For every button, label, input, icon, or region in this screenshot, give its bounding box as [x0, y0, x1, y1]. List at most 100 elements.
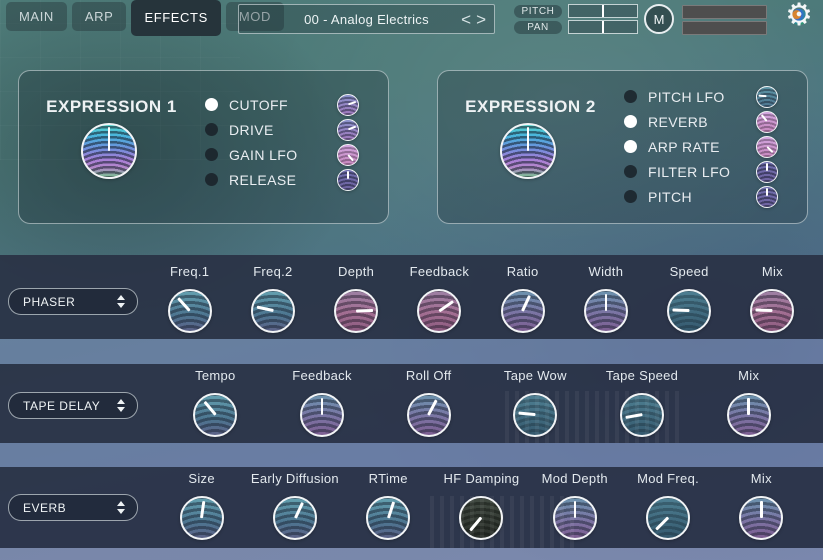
knob-cell-size: Size — [155, 469, 248, 540]
slot-knob-gain-lfo[interactable] — [337, 144, 359, 166]
fx-knob-mix[interactable] — [750, 289, 794, 333]
master-m-button[interactable]: M — [644, 4, 674, 34]
slot-radio-cutoff[interactable] — [205, 98, 218, 111]
knob-label: Tape Wow — [504, 368, 567, 384]
fx-knob-width[interactable] — [584, 289, 628, 333]
preset-selector[interactable]: 00 - Analog Electrics < > — [238, 4, 495, 34]
fx-knob-ratio[interactable] — [501, 289, 545, 333]
settings-button[interactable]: ⚙ — [781, 0, 817, 36]
fx-selector-label: EVERB — [9, 501, 117, 515]
slot-radio-arp-rate[interactable] — [624, 140, 637, 153]
slot-radio-gain-lfo[interactable] — [205, 148, 218, 161]
slot-radio-reverb[interactable] — [624, 115, 637, 128]
slot-radio-release[interactable] — [205, 173, 218, 186]
pitch-slider-handle[interactable] — [602, 5, 604, 17]
knob-label: Size — [188, 471, 215, 487]
fx-knob-mix[interactable] — [739, 496, 783, 540]
knob-cell-feedback: Feedback — [269, 366, 376, 437]
fx-knob-mod-depth[interactable] — [553, 496, 597, 540]
fx-knob-tape-wow[interactable] — [513, 393, 557, 437]
expression-2-left: EXPRESSION 2 — [438, 71, 623, 223]
slot-label: RELEASE — [229, 172, 337, 188]
fx-selector-tape-delay[interactable]: TAPE DELAY — [8, 392, 138, 419]
fx-selector-everb[interactable]: EVERB — [8, 494, 138, 521]
knob-pointer — [348, 126, 356, 131]
slot-radio-pitch[interactable] — [624, 190, 637, 203]
fx-knob-rtime[interactable] — [366, 496, 410, 540]
slot-label: CUTOFF — [229, 97, 337, 113]
knob-pointer — [574, 501, 577, 518]
knob-pointer — [756, 309, 773, 312]
knob-pointer — [672, 309, 689, 312]
pan-slider[interactable] — [568, 20, 638, 34]
slot-radio-pitch-lfo[interactable] — [624, 90, 637, 103]
divider-band-1 — [0, 339, 823, 364]
pan-slider-handle[interactable] — [602, 21, 604, 33]
knob-cell-freq-1: Freq.1 — [148, 259, 231, 333]
knob-cell-freq-2: Freq.2 — [231, 259, 314, 333]
chevron-left-icon[interactable]: < — [460, 11, 472, 28]
knob-label: Feedback — [410, 264, 470, 280]
pitch-label: PITCH — [514, 5, 562, 18]
slot-radio-drive[interactable] — [205, 123, 218, 136]
fx-knob-speed[interactable] — [667, 289, 711, 333]
slot-radio-filter-lfo[interactable] — [624, 165, 637, 178]
tab-effects[interactable]: EFFECTS — [131, 0, 220, 36]
expression-1-knob[interactable] — [81, 123, 137, 179]
slot-knob-filter-lfo[interactable] — [756, 161, 778, 183]
slot-knob-release[interactable] — [337, 169, 359, 191]
knob-cell-speed: Speed — [648, 259, 731, 333]
fx-knob-freq-1[interactable] — [168, 289, 212, 333]
fx-knob-early-diffusion[interactable] — [273, 496, 317, 540]
knob-cell-depth: Depth — [315, 259, 398, 333]
fx-knob-mix[interactable] — [727, 393, 771, 437]
fx-selector-phaser[interactable]: PHASER — [8, 288, 138, 315]
knob-label: HF Damping — [444, 471, 520, 487]
display-bar-bottom — [682, 21, 767, 35]
knob-pointer — [439, 300, 454, 312]
slot-knob-pitch[interactable] — [756, 186, 778, 208]
knob-label: Width — [589, 264, 624, 280]
expression-panel-1: EXPRESSION 1 CUTOFFDRIVEGAIN LFORELEASE — [18, 70, 389, 224]
knob-pointer — [108, 127, 111, 151]
knob-cell-ratio: Ratio — [481, 259, 564, 333]
fx-knob-tape-speed[interactable] — [620, 393, 664, 437]
knob-label: Tempo — [195, 368, 236, 384]
fx-knob-hf-damping[interactable] — [459, 496, 503, 540]
fx-knob-tempo[interactable] — [193, 393, 237, 437]
slot-knob-arp-rate[interactable] — [756, 136, 778, 158]
fx-knob-mod-freq[interactable] — [646, 496, 690, 540]
knob-pointer — [294, 502, 303, 518]
fx-knob-depth[interactable] — [334, 289, 378, 333]
pitch-slider[interactable] — [568, 4, 638, 18]
knob-pointer — [200, 501, 205, 518]
knob-cell-feedback: Feedback — [398, 259, 481, 333]
tab-main[interactable]: MAIN — [6, 2, 67, 31]
tab-arp[interactable]: ARP — [72, 2, 127, 31]
knob-cell-rtime: RTime — [342, 469, 435, 540]
slot-knob-pitch-lfo[interactable] — [756, 86, 778, 108]
slot-knob-reverb[interactable] — [756, 111, 778, 133]
slot-knob-cutoff[interactable] — [337, 94, 359, 116]
slot-label: PITCH LFO — [648, 89, 756, 105]
knob-pointer — [527, 127, 530, 151]
expression-slot-filter-lfo: FILTER LFO — [624, 159, 778, 184]
knob-pointer — [428, 400, 438, 416]
knob-cell-mod-depth: Mod Depth — [528, 469, 621, 540]
knob-cell-hf-damping: HF Damping — [435, 469, 528, 540]
expression-slot-pitch: PITCH — [624, 184, 778, 209]
knob-pointer — [766, 163, 768, 171]
chevron-right-icon[interactable]: > — [475, 11, 487, 28]
fx-knob-feedback[interactable] — [300, 393, 344, 437]
knob-pointer — [625, 414, 642, 419]
fx-knob-roll-off[interactable] — [407, 393, 451, 437]
expression-2-knob[interactable] — [500, 123, 556, 179]
slot-knob-drive[interactable] — [337, 119, 359, 141]
knob-label: Feedback — [292, 368, 352, 384]
knob-pointer — [766, 146, 773, 153]
expression-slot-release: RELEASE — [205, 167, 359, 192]
fx-knob-freq-2[interactable] — [251, 289, 295, 333]
preset-arrows: < > — [460, 5, 487, 33]
fx-knob-feedback[interactable] — [417, 289, 461, 333]
fx-knob-size[interactable] — [180, 496, 224, 540]
